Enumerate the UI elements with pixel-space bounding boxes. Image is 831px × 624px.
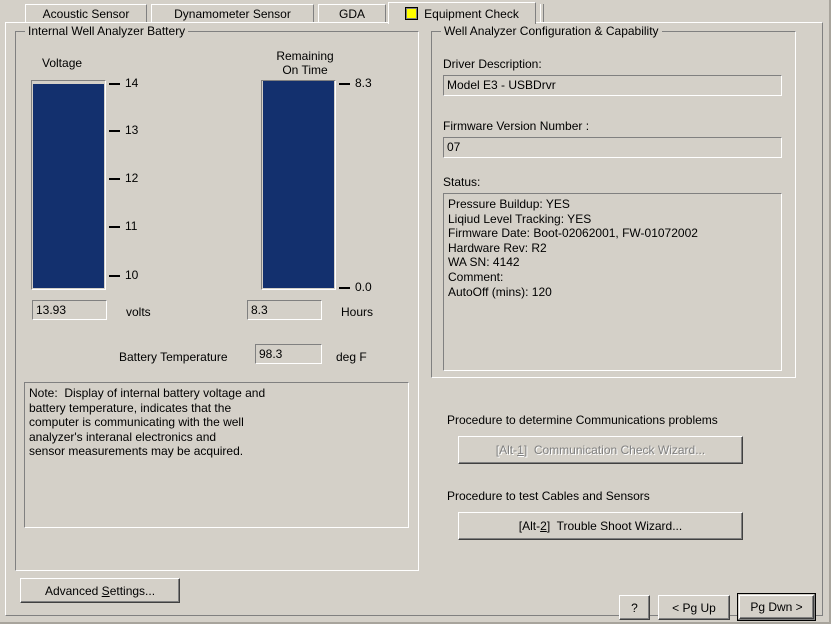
voltage-unit-label: volts (126, 305, 151, 319)
driver-description-field[interactable]: Model E3 - USBDrvr (443, 75, 782, 96)
status-label: Status: (443, 175, 481, 189)
battery-note-memo[interactable]: Note: Display of internal battery voltag… (24, 382, 409, 528)
voltage-tick-11 (109, 226, 120, 228)
firmware-version-label: Firmware Version Number : (443, 119, 590, 133)
advanced-settings-button-label: Advanced Settings... (44, 583, 156, 598)
voltage-tick-14 (109, 83, 120, 85)
tab-acoustic-sensor[interactable]: Acoustic Sensor (25, 4, 147, 23)
remaining-ticklabel-min: 0.0 (355, 280, 372, 294)
equipment-check-window: Acoustic Sensor Dynamometer Sensor GDA E… (0, 0, 831, 624)
remaining-value-field[interactable]: 8.3 (247, 300, 322, 320)
status-memo[interactable]: Pressure Buildup: YES Liqiud Level Track… (443, 193, 782, 371)
voltage-ticklabel-14: 14 (125, 76, 139, 90)
voltage-tick-12 (109, 178, 120, 180)
battery-temperature-unit-label: deg F (336, 350, 367, 364)
page-up-button[interactable]: < Pg Up (658, 595, 730, 620)
voltage-value-field[interactable]: 13.93 (32, 300, 107, 320)
voltage-ticklabel-10: 10 (125, 268, 139, 282)
communications-procedure-label: Procedure to determine Communications pr… (447, 413, 718, 427)
remaining-unit-label: Hours (341, 305, 374, 319)
voltage-gauge (31, 80, 106, 290)
tab-label: Equipment Check (424, 6, 519, 21)
tab-strip-end-stub (540, 4, 544, 23)
tab-label: GDA (338, 7, 365, 21)
battery-temperature-field[interactable]: 98.3 (255, 344, 322, 364)
help-button[interactable]: ? (619, 595, 650, 620)
tab-label: Acoustic Sensor (42, 7, 130, 21)
voltage-caption: Voltage (42, 56, 83, 70)
remaining-ticklabel-max: 8.3 (355, 76, 372, 90)
battery-temperature-label: Battery Temperature (119, 350, 228, 364)
page-up-button-label: < Pg Up (672, 600, 716, 615)
remaining-on-time-caption-line1: Remaining (276, 49, 334, 63)
voltage-tick-10 (109, 275, 120, 277)
remaining-on-time-gauge (261, 80, 336, 290)
voltage-ticklabel-13: 13 (125, 123, 139, 137)
firmware-version-field[interactable]: 07 (443, 137, 782, 158)
communication-check-wizard-button-label: [Alt-1] Communication Check Wizard... (495, 443, 706, 457)
tab-equipment-check[interactable]: Equipment Check (388, 2, 536, 24)
trouble-shoot-wizard-button-label: [Alt-2] Trouble Shoot Wizard... (518, 519, 683, 533)
voltage-gauge-fill (33, 84, 104, 288)
cables-sensors-procedure-label: Procedure to test Cables and Sensors (447, 489, 650, 503)
voltage-ticklabel-11: 11 (125, 219, 138, 233)
tab-gda[interactable]: GDA (318, 4, 386, 23)
communication-check-wizard-button[interactable]: [Alt-1] Communication Check Wizard... (458, 436, 743, 464)
remaining-tick-min (339, 287, 350, 289)
driver-description-label: Driver Description: (443, 57, 542, 71)
voltage-ticklabel-12: 12 (125, 171, 139, 185)
tab-client-area: Internal Well Analyzer Battery Voltage 1… (5, 22, 823, 621)
remaining-on-time-caption-line2: On Time (282, 63, 328, 77)
page-down-button[interactable]: Pg Dwn > (737, 593, 816, 621)
tab-strip: Acoustic Sensor Dynamometer Sensor GDA E… (5, 2, 825, 24)
trouble-shoot-wizard-button[interactable]: [Alt-2] Trouble Shoot Wizard... (458, 512, 743, 540)
voltage-tick-13 (109, 130, 120, 132)
internal-battery-groupbox-title: Internal Well Analyzer Battery (25, 24, 189, 38)
tab-dynamometer-sensor[interactable]: Dynamometer Sensor (151, 4, 314, 23)
configuration-groupbox-title: Well Analyzer Configuration & Capability (441, 24, 662, 38)
yellow-square-icon (405, 7, 419, 20)
remaining-on-time-gauge-fill (263, 81, 334, 288)
page-down-button-label: Pg Dwn > (750, 600, 803, 614)
help-button-label: ? (631, 600, 638, 615)
advanced-settings-button[interactable]: Advanced Settings... (20, 578, 180, 603)
remaining-tick-max (339, 83, 350, 85)
tab-label: Dynamometer Sensor (174, 7, 291, 21)
